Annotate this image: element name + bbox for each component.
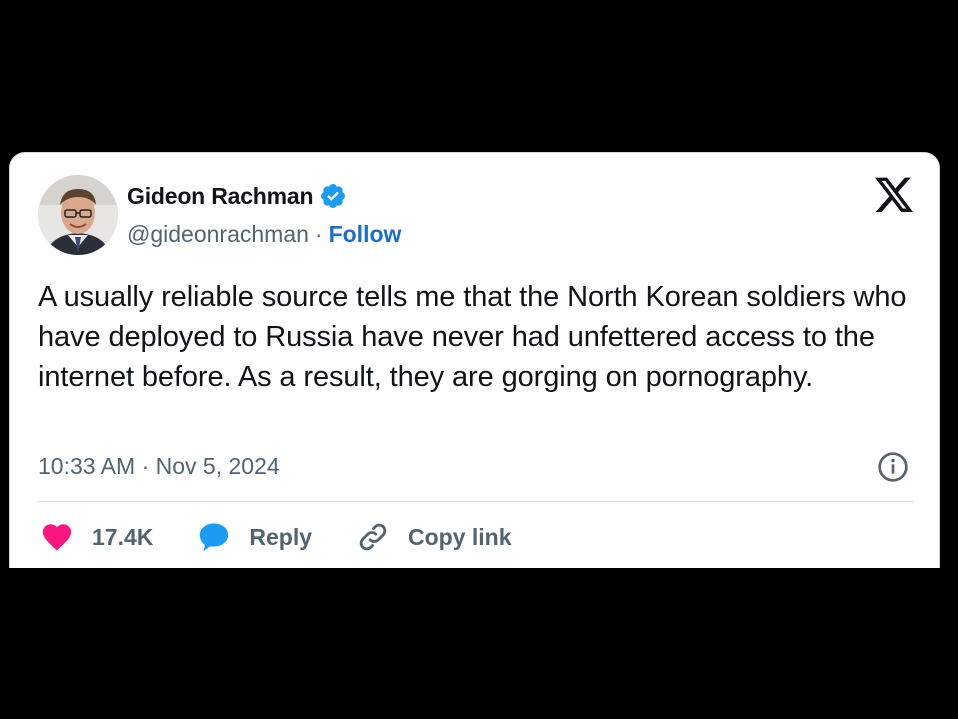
separator: · bbox=[314, 220, 323, 247]
heart-icon bbox=[42, 524, 72, 551]
reply-label: Reply bbox=[249, 523, 313, 550]
follow-button[interactable]: Follow bbox=[329, 221, 402, 248]
x-logo-icon[interactable] bbox=[875, 177, 913, 213]
avatar-portrait bbox=[38, 175, 118, 255]
tweet-card: Gideon Rachman @gideonrachman · Follow A… bbox=[9, 152, 940, 568]
avatar[interactable] bbox=[38, 175, 118, 255]
like-count: 17.4K bbox=[92, 523, 154, 550]
verified-badge-icon bbox=[321, 184, 346, 208]
copy-link-button[interactable]: Copy link bbox=[356, 520, 512, 554]
tweet-text: A usually reliable source tells me that … bbox=[38, 281, 907, 393]
author-name-row: Gideon Rachman bbox=[127, 179, 347, 213]
divider bbox=[38, 501, 913, 502]
speech-bubble-icon bbox=[200, 523, 229, 552]
like-button[interactable]: 17.4K bbox=[40, 520, 153, 554]
copy-link-label: Copy link bbox=[408, 523, 512, 550]
info-icon[interactable] bbox=[877, 451, 909, 483]
author-name[interactable]: Gideon Rachman bbox=[127, 183, 314, 210]
tweet-timestamp[interactable]: 10:33 AM · Nov 5, 2024 bbox=[38, 449, 280, 483]
link-icon bbox=[359, 523, 387, 551]
action-bar: 17.4K Reply Copy link bbox=[40, 519, 556, 555]
screenshot-stage: Gideon Rachman @gideonrachman · Follow A… bbox=[0, 0, 958, 719]
author-handle-row: @gideonrachman · Follow bbox=[127, 217, 401, 251]
author-handle[interactable]: @gideonrachman bbox=[127, 221, 309, 248]
reply-button[interactable]: Reply bbox=[197, 520, 312, 554]
